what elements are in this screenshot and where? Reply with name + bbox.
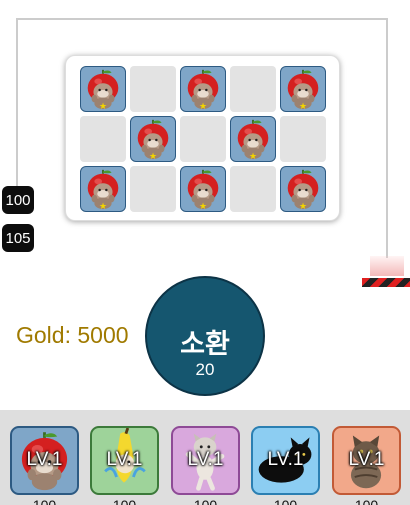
- enemy-hp-badge: 105: [2, 224, 34, 252]
- unit-price-label: 100: [32, 497, 57, 505]
- board-cell-empty[interactable]: [130, 166, 176, 212]
- board-grid: ★ ★ ★ ★ ★ ★ ★ ★: [80, 66, 326, 212]
- enemy-path-top: [16, 18, 388, 20]
- unit-star-icon: ★: [98, 201, 108, 211]
- gold-counter: Gold: 5000: [16, 322, 129, 348]
- enemy-path-right: [386, 18, 388, 258]
- board-cell-empty[interactable]: [230, 166, 276, 212]
- summon-button[interactable]: 소환 20: [145, 276, 265, 396]
- enemy-path-left: [16, 18, 18, 188]
- unit-price-label: 100: [354, 497, 379, 505]
- board-cell-empty[interactable]: [280, 116, 326, 162]
- board-cell-empty[interactable]: [80, 116, 126, 162]
- unit-star-icon: ★: [298, 201, 308, 211]
- unit-board: ★ ★ ★ ★ ★ ★ ★ ★: [65, 55, 340, 221]
- game-stage: 100 105 ★ ★ ★ ★ ★ ★ ★ ★ Gold: 5000 소환 20…: [0, 0, 410, 505]
- unit-level-label: LV.1: [106, 449, 143, 470]
- unit-shop-bar: LV.1 100 LV.1 100 LV.1 100 LV.1 100 LV.1…: [0, 410, 410, 505]
- summon-cost: 20: [195, 360, 215, 379]
- board-cell-occupied[interactable]: ★: [230, 116, 276, 162]
- unit-price-label: 100: [193, 497, 218, 505]
- enemy-hp-badge: 100: [2, 186, 34, 214]
- shop-card-apple-cat[interactable]: LV.1 100: [10, 426, 79, 505]
- unit-price-label: 100: [273, 497, 298, 505]
- unit-star-icon: ★: [298, 101, 308, 111]
- shop-card-black-cat[interactable]: LV.1 100: [251, 426, 320, 505]
- unit-level-label: LV.1: [26, 449, 63, 470]
- unit-star-icon: ★: [198, 101, 208, 111]
- unit-level-label: LV.1: [348, 449, 385, 470]
- unit-level-label: LV.1: [187, 449, 224, 470]
- board-cell-empty[interactable]: [230, 66, 276, 112]
- board-cell-occupied[interactable]: ★: [280, 66, 326, 112]
- unit-star-icon: ★: [148, 151, 158, 161]
- board-cell-empty[interactable]: [180, 116, 226, 162]
- unit-price-label: 100: [112, 497, 137, 505]
- shop-card-banana-cat[interactable]: LV.1 100: [90, 426, 159, 505]
- board-cell-occupied[interactable]: ★: [80, 166, 126, 212]
- board-cell-occupied[interactable]: ★: [280, 166, 326, 212]
- unit-star-icon: ★: [248, 151, 258, 161]
- shop-card-tabby-cat[interactable]: LV.1 100: [332, 426, 401, 505]
- board-cell-occupied[interactable]: ★: [130, 116, 176, 162]
- board-cell-empty[interactable]: [130, 66, 176, 112]
- unit-star-icon: ★: [98, 101, 108, 111]
- board-cell-occupied[interactable]: ★: [180, 66, 226, 112]
- unit-star-icon: ★: [198, 201, 208, 211]
- summon-label: 소환: [180, 329, 230, 359]
- shop-card-dancing-cat[interactable]: LV.1 100: [171, 426, 240, 505]
- board-cell-occupied[interactable]: ★: [80, 66, 126, 112]
- enemy-spawn-stripe: [362, 278, 410, 287]
- unit-level-label: LV.1: [267, 449, 304, 470]
- board-cell-occupied[interactable]: ★: [180, 166, 226, 212]
- enemy-spawn-pad: [370, 256, 404, 276]
